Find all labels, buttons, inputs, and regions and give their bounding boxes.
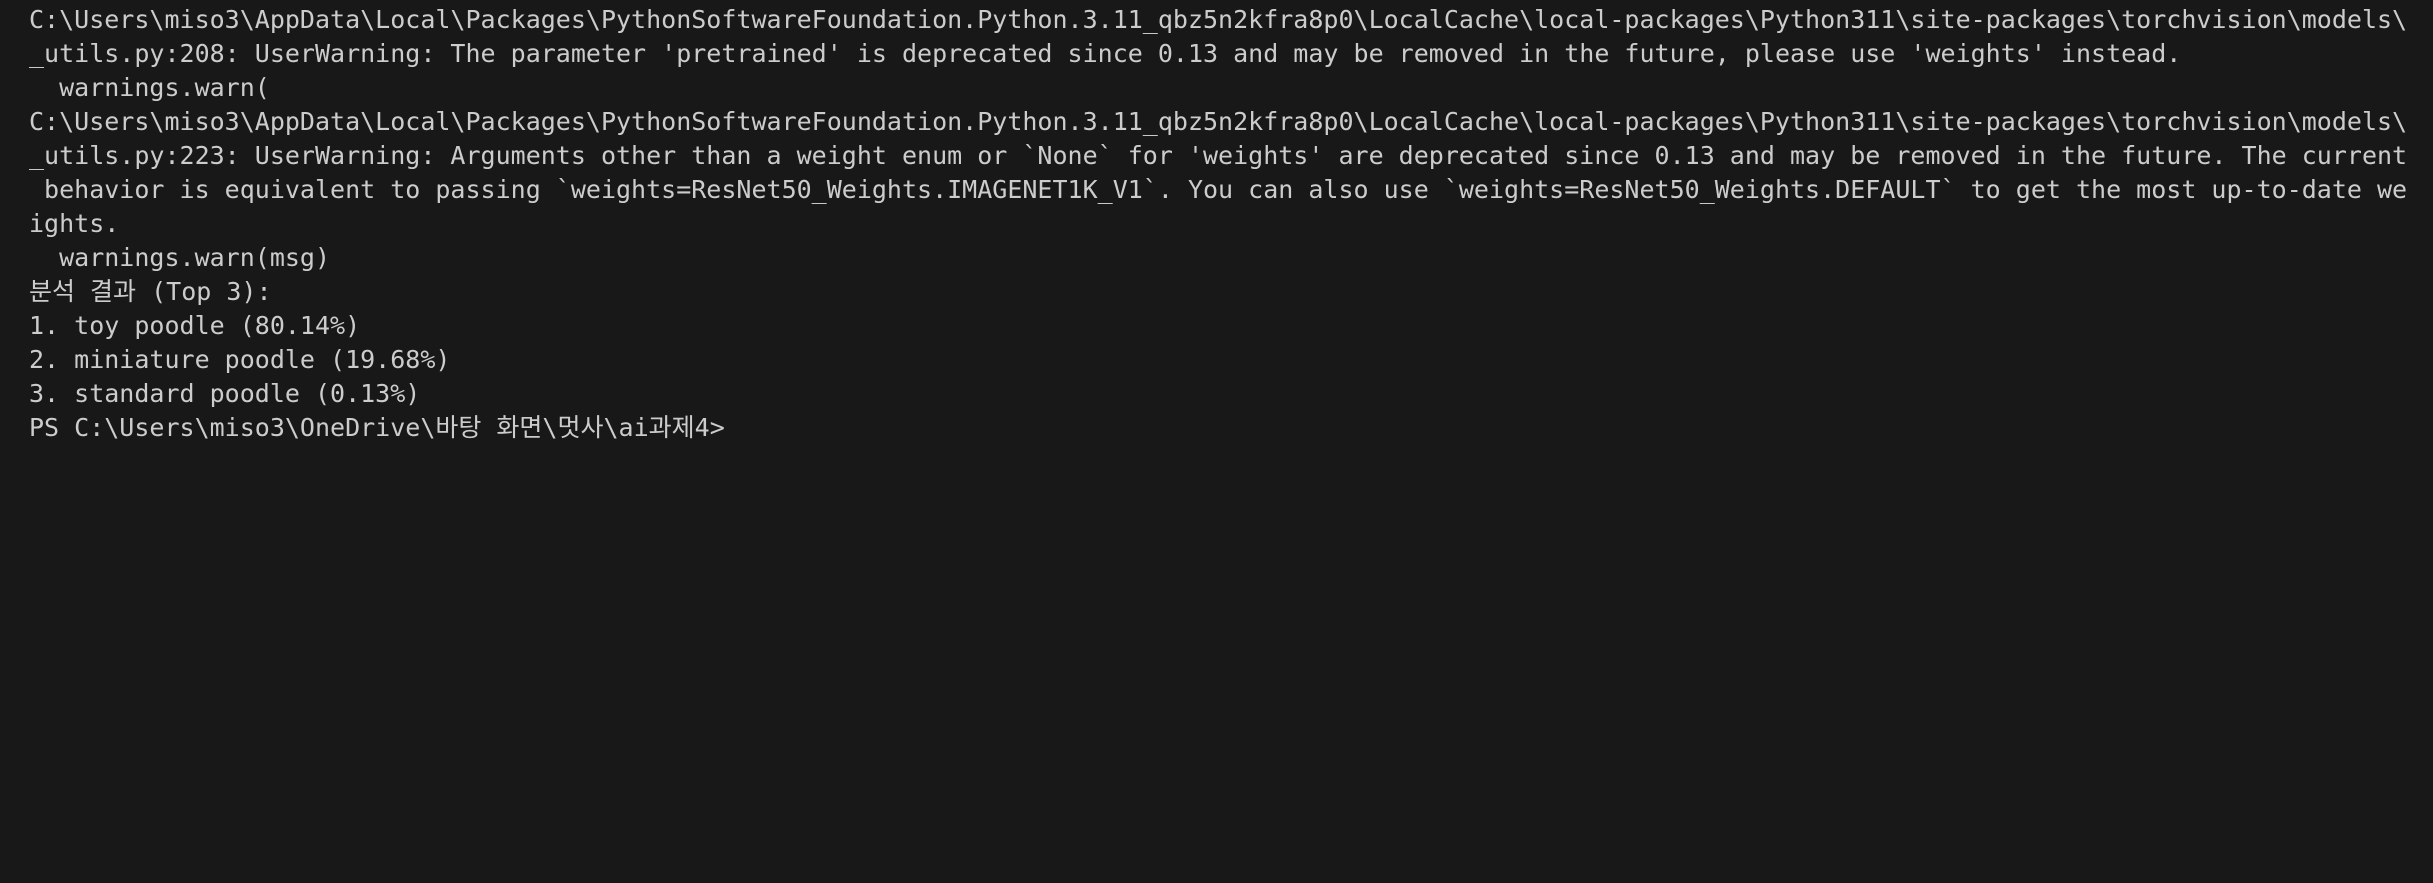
- result-item-2: 2. miniature poodle (19.68%): [29, 345, 451, 374]
- output-line-warn-call-2: warnings.warn(msg): [29, 243, 331, 272]
- output-line-warning-2-cont: behavior is equivalent to passing `weigh…: [29, 175, 2408, 204]
- output-line-warning-1: _utils.py:208: UserWarning: The paramete…: [29, 39, 2182, 68]
- result-item-1: 1. toy poodle (80.14%): [29, 311, 361, 340]
- output-line-path-1: C:\Users\miso3\AppData\Local\Packages\Py…: [29, 5, 2408, 34]
- result-heading: 분석 결과 (Top 3):: [29, 277, 272, 306]
- output-line-path-2: C:\Users\miso3\AppData\Local\Packages\Py…: [29, 107, 2408, 136]
- prompt-text: PS C:\Users\miso3\OneDrive\바탕 화면\멋사\ai과제…: [29, 413, 725, 442]
- output-line-warn-call-1: warnings.warn(: [29, 73, 270, 102]
- terminal-panel[interactable]: C:\Users\miso3\AppData\Local\Packages\Py…: [0, 0, 2433, 883]
- output-line-warning-2-end: ights.: [29, 209, 120, 238]
- output-line-warning-2: _utils.py:223: UserWarning: Arguments ot…: [29, 141, 2408, 170]
- result-item-3: 3. standard poodle (0.13%): [29, 379, 421, 408]
- shell-prompt[interactable]: PS C:\Users\miso3\OneDrive\바탕 화면\멋사\ai과제…: [29, 411, 2433, 445]
